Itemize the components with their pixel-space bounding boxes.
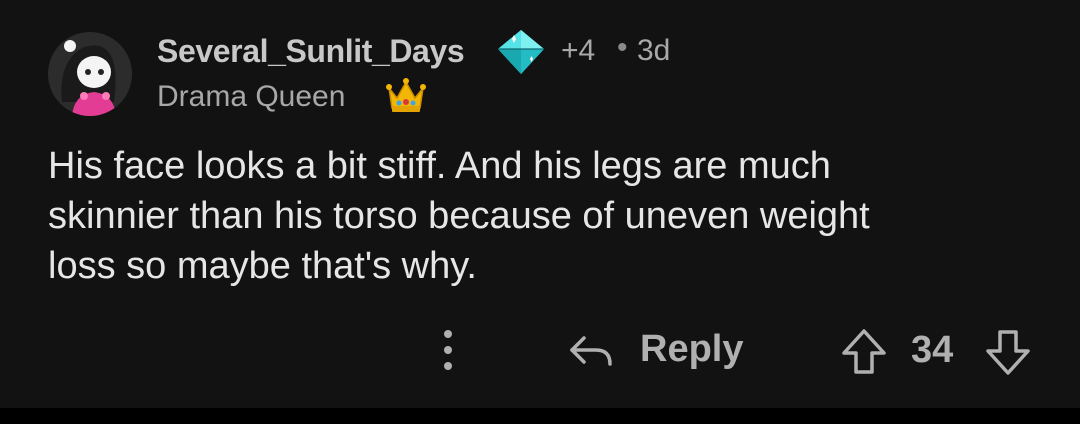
user-flair-text: Drama Queen: [157, 80, 346, 113]
comment-body-line: skinnier than his torso because of uneve…: [48, 195, 870, 237]
diamond-award-icon[interactable]: [495, 27, 547, 77]
author-username[interactable]: Several_Sunlit_Days: [157, 33, 465, 70]
comment-body-line: loss so maybe that's why.: [48, 245, 477, 287]
upvote-button[interactable]: [838, 326, 890, 378]
downvote-arrow-icon: [986, 330, 1030, 375]
comment-body-line: His face looks a bit stiff. And his legs…: [48, 145, 831, 187]
vote-score: 34: [911, 329, 954, 371]
reply-label: Reply: [640, 328, 744, 370]
reply-arrow-icon: [570, 336, 612, 366]
comment-age: 3d: [637, 34, 671, 67]
downvote-button[interactable]: [982, 326, 1034, 378]
award-count[interactable]: +4: [561, 34, 595, 68]
upvote-arrow-icon: [842, 329, 886, 374]
more-options-button[interactable]: [428, 322, 468, 378]
crown-icon: [385, 74, 427, 116]
divider-strip: [0, 408, 1080, 424]
comment-body: His face looks a bit stiff. And his legs…: [48, 141, 1008, 291]
comment-card: Several_Sunlit_Days +4 • 3d Drama Queen: [0, 0, 1080, 408]
separator-dot: •: [617, 31, 628, 64]
avatar[interactable]: [48, 32, 132, 116]
more-vertical-icon: [444, 330, 452, 370]
reply-button[interactable]: Reply: [566, 322, 756, 378]
